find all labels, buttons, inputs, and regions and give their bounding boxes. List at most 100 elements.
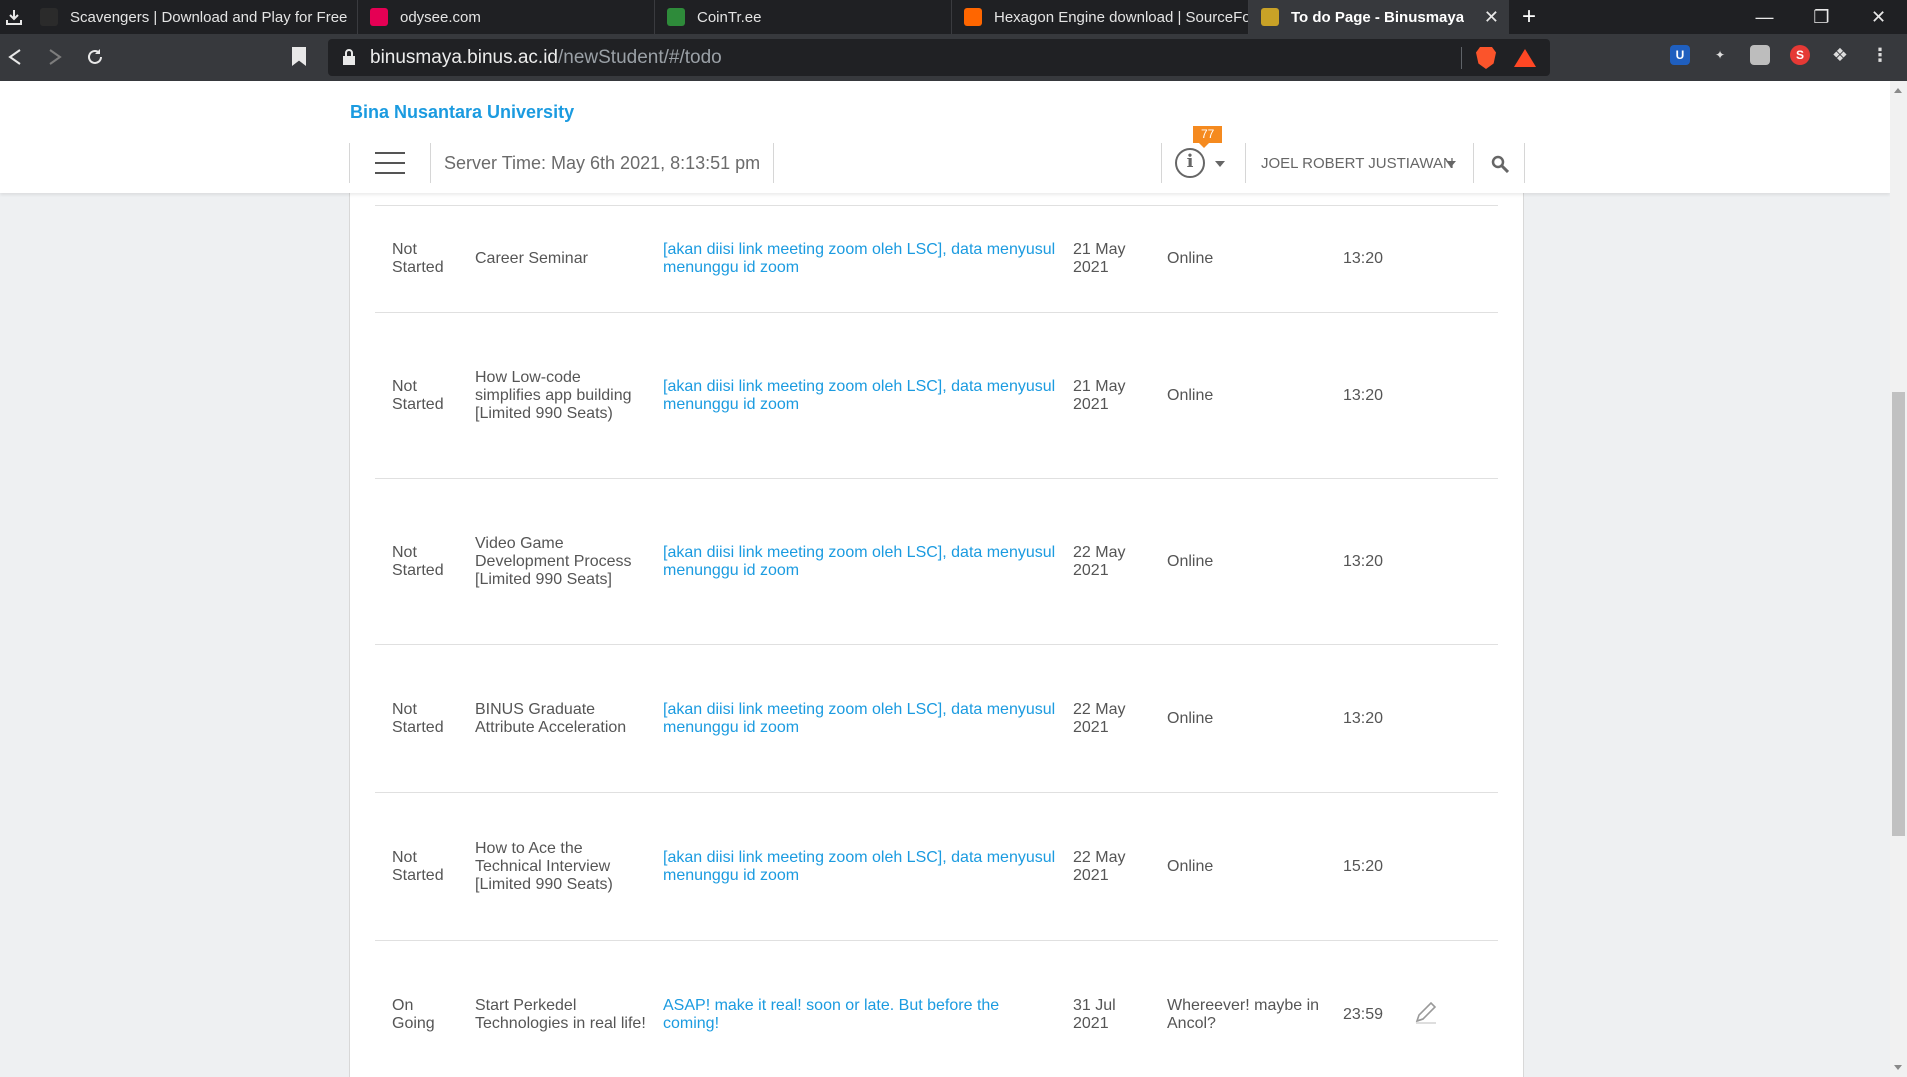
date-cell: 31 Jul 2021 xyxy=(1065,940,1159,1077)
tree-icon xyxy=(667,8,685,26)
chevron-down-icon[interactable] xyxy=(1446,161,1456,167)
header-divider xyxy=(430,143,431,183)
meeting-link[interactable]: [akan diisi link meeting zoom oleh LSC],… xyxy=(663,544,1055,579)
action-cell xyxy=(1405,644,1498,793)
action-cell xyxy=(1405,940,1498,1077)
title-cell: Start Perkedel Technologies in real life… xyxy=(467,940,655,1077)
action-cell xyxy=(1405,478,1498,645)
extensions-puzzle-icon[interactable]: ❖ xyxy=(1830,45,1850,65)
status-cell: Not Started xyxy=(375,644,467,793)
chevron-down-icon[interactable] xyxy=(1215,161,1225,167)
header-divider xyxy=(773,143,774,183)
window-controls: — ❐ ✕ xyxy=(1736,0,1907,34)
link-cell: [akan diisi link meeting zoom oleh LSC],… xyxy=(655,792,1065,941)
header-divider xyxy=(1473,143,1474,183)
link-cell: [akan diisi link meeting zoom oleh LSC],… xyxy=(655,644,1065,793)
link-cell: [akan diisi link meeting zoom oleh LSC],… xyxy=(655,478,1065,645)
title-cell: How to Ace the Technical Interview [Limi… xyxy=(467,792,655,941)
restore-icon[interactable]: ❐ xyxy=(1793,0,1850,34)
table-row: Not Started How Low-code simplifies app b… xyxy=(375,312,1498,479)
extension-square-icon[interactable] xyxy=(1750,45,1770,65)
table-row: On Going Start Perkedel Technologies in r… xyxy=(375,940,1498,1077)
browser-tab[interactable]: CoinTr.ee xyxy=(655,0,952,34)
browser-tab[interactable]: To do Page - Binusmaya ✕ xyxy=(1249,0,1509,34)
link-cell: [akan diisi link meeting zoom oleh LSC],… xyxy=(655,312,1065,479)
close-tab-icon[interactable]: ✕ xyxy=(1484,7,1499,28)
reload-icon[interactable] xyxy=(82,44,108,70)
browser-tab[interactable]: odysee.com xyxy=(358,0,655,34)
edit-pencil-icon[interactable] xyxy=(1413,999,1439,1025)
meeting-link[interactable]: [akan diisi link meeting zoom oleh LSC],… xyxy=(663,241,1055,276)
table-row: Not Started How to Ace the Technical Inte… xyxy=(375,792,1498,941)
location-cell: Whereever! maybe in Ancol? xyxy=(1159,940,1335,1077)
title-cell: How Low-code simplifies app building [Li… xyxy=(467,312,655,479)
info-icon[interactable]: i xyxy=(1175,148,1205,178)
odysee-icon xyxy=(370,8,388,26)
meeting-link[interactable]: ASAP! make it real! soon or late. But be… xyxy=(663,997,999,1032)
scroll-up-icon[interactable] xyxy=(1894,88,1902,93)
time-cell: 15:20 xyxy=(1335,792,1405,941)
extension-shield-icon[interactable]: U xyxy=(1670,45,1690,65)
meeting-link[interactable]: [akan diisi link meeting zoom oleh LSC],… xyxy=(663,701,1055,736)
action-cell xyxy=(1405,205,1498,313)
status-cell: Not Started xyxy=(375,792,467,941)
browser-tab[interactable]: Hexagon Engine download | SourceForge.ne… xyxy=(952,0,1249,34)
time-cell: 23:59 xyxy=(1335,940,1405,1077)
omnibox-divider xyxy=(1461,47,1462,69)
lock-icon xyxy=(343,49,355,65)
back-icon[interactable] xyxy=(2,44,28,70)
scroll-down-icon[interactable] xyxy=(1894,1065,1902,1070)
brave-rewards-icon[interactable] xyxy=(1514,49,1536,67)
time-cell: 13:20 xyxy=(1335,644,1405,793)
hamburger-menu-icon[interactable] xyxy=(375,152,405,174)
scrollbar-thumb[interactable] xyxy=(1892,392,1905,836)
meeting-link[interactable]: [akan diisi link meeting zoom oleh LSC],… xyxy=(663,849,1055,884)
page-scrollbar[interactable] xyxy=(1890,81,1907,1077)
browser-tab[interactable]: Scavengers | Download and Play for Free xyxy=(28,0,358,34)
table-row: Not Started Video Game Development Proces… xyxy=(375,478,1498,645)
todo-table: Not Started Career Seminar [akan diisi lin… xyxy=(375,205,1498,1077)
sourceforge-icon xyxy=(964,8,982,26)
address-bar[interactable]: binusmaya.binus.ac.id/newStudent/#/todo xyxy=(328,39,1550,76)
location-cell: Online xyxy=(1159,205,1335,313)
search-icon[interactable] xyxy=(1491,155,1509,173)
meeting-link[interactable]: [akan diisi link meeting zoom oleh LSC],… xyxy=(663,378,1055,413)
epic-games-icon xyxy=(40,8,58,26)
header-divider xyxy=(1524,143,1525,183)
forward-icon[interactable] xyxy=(42,44,68,70)
user-menu[interactable]: JOEL ROBERT JUSTIAWAN xyxy=(1261,155,1454,172)
date-cell: 21 May 2021 xyxy=(1065,312,1159,479)
extension-rocket-icon[interactable]: ✦ xyxy=(1710,45,1730,65)
title-cell: BINUS Graduate Attribute Acceleration xyxy=(467,644,655,793)
brand-title[interactable]: Bina Nusantara University xyxy=(350,102,574,123)
tab-title: odysee.com xyxy=(400,8,481,26)
header-divider xyxy=(1161,143,1162,183)
location-cell: Online xyxy=(1159,478,1335,645)
extension-s-icon[interactable]: S xyxy=(1790,45,1810,65)
header-divider xyxy=(1245,143,1246,183)
bookmark-icon[interactable] xyxy=(292,47,306,66)
new-tab-button[interactable]: + xyxy=(1509,0,1549,34)
table-row: Not Started Career Seminar [akan diisi lin… xyxy=(375,205,1498,313)
server-time: Server Time: May 6th 2021, 8:13:51 pm xyxy=(444,153,761,173)
link-cell: [akan diisi link meeting zoom oleh LSC],… xyxy=(655,205,1065,313)
status-cell: Not Started xyxy=(375,312,467,479)
menu-dots-icon[interactable]: ⋮ xyxy=(1870,45,1890,65)
tab-strip: Scavengers | Download and Play for Free o… xyxy=(0,0,1907,34)
link-cell: ASAP! make it real! soon or late. But be… xyxy=(655,940,1065,1077)
brave-shields-icon[interactable] xyxy=(1476,47,1496,69)
url-text: binusmaya.binus.ac.id/newStudent/#/todo xyxy=(370,47,722,68)
status-cell: On Going xyxy=(375,940,467,1077)
header-divider xyxy=(349,143,350,183)
minimize-icon[interactable]: — xyxy=(1736,0,1793,34)
location-cell: Online xyxy=(1159,644,1335,793)
site-header: Bina Nusantara University Server Time: M… xyxy=(0,81,1890,193)
close-window-icon[interactable]: ✕ xyxy=(1850,0,1907,34)
time-cell: 13:20 xyxy=(1335,478,1405,645)
tab-title: Hexagon Engine download | SourceForge.ne… xyxy=(994,8,1248,26)
action-cell xyxy=(1405,792,1498,941)
location-cell: Online xyxy=(1159,312,1335,479)
download-icon[interactable] xyxy=(0,0,28,34)
action-cell xyxy=(1405,312,1498,479)
location-cell: Online xyxy=(1159,792,1335,941)
